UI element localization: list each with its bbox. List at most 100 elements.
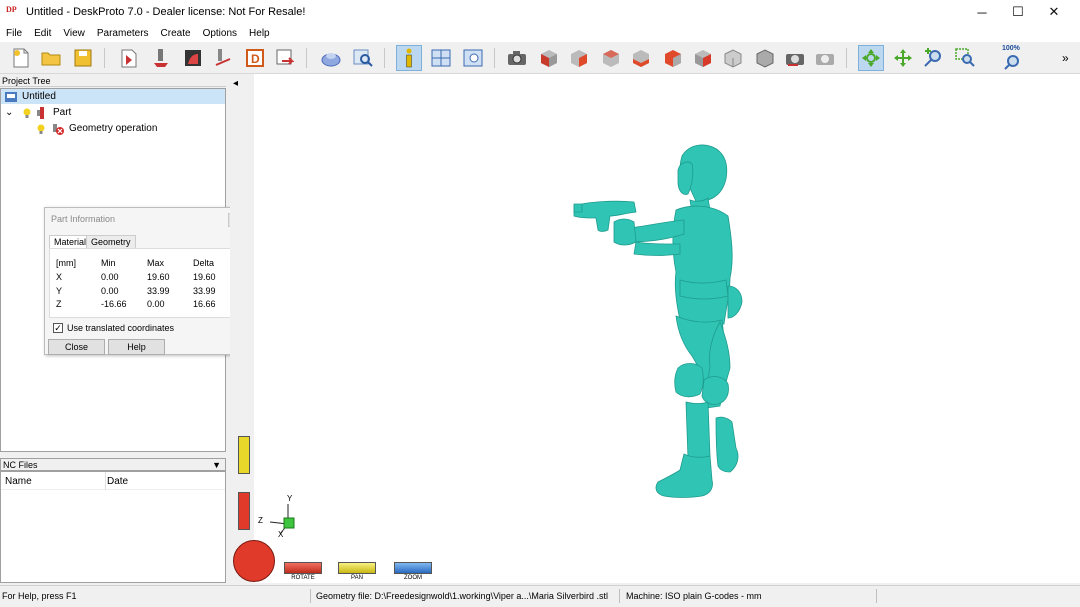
lightbulb-icon[interactable] <box>35 123 47 135</box>
menu-help[interactable]: Help <box>243 28 276 39</box>
nc-files-dropdown-icon[interactable]: ▼ <box>212 459 221 471</box>
cell-x-max: 19.60 <box>147 272 170 282</box>
menu-view[interactable]: View <box>57 28 91 39</box>
tab-geometry[interactable]: Geometry <box>86 235 136 249</box>
view-solid-icon[interactable] <box>752 45 778 71</box>
menu-edit[interactable]: Edit <box>28 28 57 39</box>
view-right-icon[interactable] <box>660 45 686 71</box>
axis-x-label: X <box>278 530 284 539</box>
zoom-level-label: 100% <box>1002 45 1020 52</box>
cell-y-max: 33.99 <box>147 286 170 296</box>
print-view-icon[interactable] <box>812 45 838 71</box>
maximize-button[interactable]: ☐ <box>1000 0 1036 24</box>
cell-z-min: -16.66 <box>101 299 127 309</box>
checkbox-label: Use translated coordinates <box>67 323 175 333</box>
pan-mode-button[interactable] <box>338 562 376 574</box>
save-image-icon[interactable] <box>782 45 808 71</box>
window-view-icon[interactable] <box>460 45 486 71</box>
rotate-mode-button[interactable] <box>284 562 322 574</box>
rotate-dial[interactable] <box>233 540 275 582</box>
pan-mode-label: PAN <box>351 575 363 581</box>
project-icon <box>4 91 18 103</box>
zoom-window-icon[interactable] <box>952 45 978 71</box>
toolbar-separator <box>306 48 307 68</box>
nc-files-column-headers: Name Date <box>1 472 225 490</box>
view-bottom-icon[interactable] <box>720 45 746 71</box>
close-dialog-button[interactable]: Close <box>48 339 105 355</box>
camera-icon[interactable] <box>504 45 530 71</box>
toolbar-separator <box>104 48 105 68</box>
tree-item-root[interactable]: Untitled <box>1 89 225 104</box>
expand-chevron-icon[interactable]: ⌄ <box>5 107 17 118</box>
operation-error-icon <box>51 122 65 136</box>
operation-icon[interactable] <box>148 45 174 71</box>
viewport-left-strip: ◂ <box>230 74 254 583</box>
cell-x-min: 0.00 <box>101 272 119 282</box>
part-parameters-icon[interactable] <box>116 45 142 71</box>
pan-vertical-slider[interactable] <box>238 436 250 474</box>
info-icon[interactable] <box>396 45 422 71</box>
minimize-button[interactable]: ─ <box>964 0 1000 24</box>
zoom-100-icon[interactable]: 100% <box>1000 45 1026 71</box>
part-icon <box>35 106 49 120</box>
menu-create[interactable]: Create <box>155 28 197 39</box>
status-machine: Machine: ISO plain G-codes - mm <box>626 591 762 601</box>
new-file-icon[interactable] <box>8 45 34 71</box>
menu-bar: File Edit View Parameters Create Options… <box>0 24 1080 42</box>
menu-options[interactable]: Options <box>197 28 243 39</box>
cell-z-max: 0.00 <box>147 299 165 309</box>
status-divider <box>876 589 877 603</box>
tree-item-label: Part <box>53 107 72 118</box>
pan-tool-icon[interactable] <box>890 45 916 71</box>
rotate-tool-icon[interactable] <box>858 45 884 71</box>
view-back-icon[interactable] <box>598 45 624 71</box>
cell-y-min: 0.00 <box>101 286 119 296</box>
toolbar-separator <box>384 48 385 68</box>
3d-viewport[interactable] <box>230 74 1080 583</box>
status-geometry-file: Geometry file: D:\Freedesignwold\1.worki… <box>316 591 608 601</box>
save-icon[interactable] <box>70 45 96 71</box>
view-top-icon[interactable] <box>690 45 716 71</box>
tree-item-operation[interactable]: Geometry operation <box>35 121 157 136</box>
toolpath-icon[interactable] <box>210 45 236 71</box>
lightbulb-icon[interactable] <box>21 107 33 119</box>
toolbar-overflow-chevron[interactable]: » <box>1062 51 1069 65</box>
nc-files-header: NC Files ▼ <box>0 458 226 471</box>
view-front-icon[interactable] <box>566 45 592 71</box>
menu-parameters[interactable]: Parameters <box>91 28 155 39</box>
save-nc-icon[interactable] <box>272 45 298 71</box>
close-button[interactable]: ✕ <box>1036 0 1072 24</box>
preview-zoom-icon[interactable] <box>350 45 376 71</box>
rotate-vertical-slider[interactable] <box>238 492 250 530</box>
column-name[interactable]: Name <box>5 476 32 487</box>
axis-z-label: Z <box>258 516 263 525</box>
view-iso-icon[interactable] <box>536 45 562 71</box>
status-divider <box>619 589 620 603</box>
simulation-icon[interactable] <box>318 45 344 71</box>
zoom-mode-button[interactable] <box>394 562 432 574</box>
tree-item-part[interactable]: ⌄ Part <box>5 105 71 120</box>
help-button[interactable]: Help <box>108 339 165 355</box>
tree-item-label: Geometry operation <box>69 123 158 134</box>
zoom-in-icon[interactable] <box>920 45 946 71</box>
column-date[interactable]: Date <box>107 476 128 487</box>
translated-coordinates-checkbox[interactable]: ✓ <box>53 323 63 333</box>
layout-icon[interactable] <box>428 45 454 71</box>
view-left-icon[interactable] <box>628 45 654 71</box>
tab-material[interactable]: Material <box>49 235 92 249</box>
part-information-dialog: Part Information Material Geometry [mm] … <box>44 207 245 355</box>
dialog-title: Part Information <box>51 214 116 224</box>
toolbar-separator <box>494 48 495 68</box>
row-label-z: Z <box>56 299 62 309</box>
axis-triad: Y Z X <box>256 494 300 542</box>
zoom-mode-label: ZOOM <box>404 575 422 581</box>
toolbar: D 100% » <box>0 42 1080 74</box>
dxf-icon[interactable]: D <box>242 45 268 71</box>
model-figure[interactable] <box>230 74 1080 583</box>
collapse-panel-arrow[interactable]: ◂ <box>233 78 238 89</box>
column-divider[interactable] <box>105 472 106 490</box>
title-bar: DP Untitled - DeskProto 7.0 - Dealer lic… <box>0 0 1080 24</box>
menu-file[interactable]: File <box>0 28 28 39</box>
open-folder-icon[interactable] <box>38 45 64 71</box>
relief-icon[interactable] <box>180 45 206 71</box>
